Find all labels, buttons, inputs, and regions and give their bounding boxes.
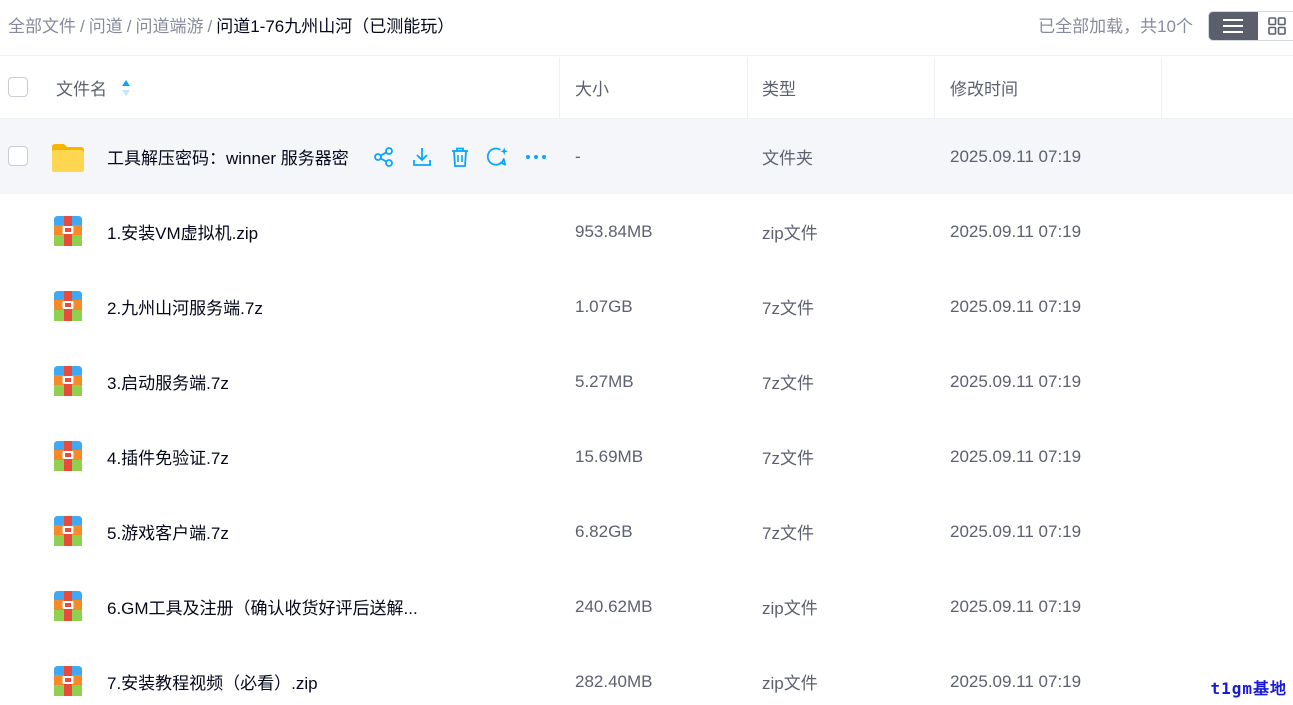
file-size: 282.40MB xyxy=(575,671,653,691)
archive-icon xyxy=(54,366,82,396)
file-name[interactable]: 4.插件免验证.7z xyxy=(107,419,229,494)
column-header-name[interactable]: 文件名 xyxy=(56,57,131,118)
file-name[interactable]: 7.安装教程视频（必看）.zip xyxy=(107,644,318,705)
column-divider[interactable] xyxy=(934,57,935,118)
breadcrumb-separator: / xyxy=(207,17,213,36)
list-view-button[interactable] xyxy=(1209,12,1258,40)
watermark: t1gm基地 xyxy=(1210,679,1287,698)
file-modified-time: 2025.09.11 07:19 xyxy=(950,296,1082,316)
file-size: 6.82GB xyxy=(575,521,633,541)
list-view-icon xyxy=(1223,19,1244,33)
column-divider[interactable] xyxy=(747,57,748,118)
breadcrumb-item-all-files[interactable]: 全部文件 xyxy=(8,17,76,36)
breadcrumb-current-folder: 问道1-76九州山河（已测能玩） xyxy=(216,17,455,36)
file-size: 240.62MB xyxy=(575,596,653,616)
column-divider[interactable] xyxy=(1161,57,1162,118)
file-type: zip文件 xyxy=(762,224,818,243)
archive-icon xyxy=(54,666,82,696)
row-checkbox[interactable] xyxy=(8,146,28,166)
top-bar: 全部文件 / 问道 / 问道端游 / 问道1-76九州山河（已测能玩） 已全部加载，共10个 xyxy=(0,0,1293,56)
file-modified-time: 2025.09.11 07:19 xyxy=(950,596,1082,616)
breadcrumb-separator: / xyxy=(126,17,132,36)
share-icon xyxy=(373,146,393,167)
file-name[interactable]: 工具解压密码：winner 服务器密 xyxy=(107,119,349,194)
column-header-modified[interactable]: 修改时间 xyxy=(950,57,1018,118)
more-icon xyxy=(525,154,546,159)
load-status-text: 已全部加载，共10个 xyxy=(1038,17,1193,36)
file-type: 文件夹 xyxy=(762,149,813,168)
archive-icon xyxy=(54,591,82,621)
file-modified-time: 2025.09.11 07:19 xyxy=(950,371,1082,391)
breadcrumb-separator: / xyxy=(80,17,85,36)
breadcrumb-item-wendao-pc[interactable]: 问道端游 xyxy=(135,17,203,36)
file-name[interactable]: 5.游戏客户端.7z xyxy=(107,494,229,569)
file-size: 15.69MB xyxy=(575,446,644,466)
file-size: 953.84MB xyxy=(575,221,653,241)
archive-icon xyxy=(54,291,82,321)
sort-icon[interactable] xyxy=(121,79,131,97)
breadcrumb-item-wendao[interactable]: 问道 xyxy=(89,17,123,36)
file-type: zip文件 xyxy=(762,674,818,693)
ai-chat-button[interactable] xyxy=(486,145,509,168)
file-name[interactable]: 2.九州山河服务端.7z xyxy=(107,269,263,344)
file-type: 7z文件 xyxy=(762,524,814,543)
file-modified-time: 2025.09.11 07:19 xyxy=(950,221,1082,241)
file-row[interactable]: 7.安装教程视频（必看）.zip 282.40MB zip文件 2025.09.… xyxy=(0,644,1293,705)
more-button[interactable] xyxy=(524,145,547,168)
grid-view-icon xyxy=(1268,17,1287,35)
grid-view-button[interactable] xyxy=(1257,12,1293,40)
file-name[interactable]: 3.启动服务端.7z xyxy=(107,344,229,419)
file-modified-time: 2025.09.11 07:19 xyxy=(950,446,1082,466)
file-row[interactable]: 2.九州山河服务端.7z 1.07GB 7z文件 2025.09.11 07:1… xyxy=(0,269,1293,344)
download-icon xyxy=(412,147,431,166)
ai-chat-icon xyxy=(486,146,509,166)
file-name[interactable]: 6.GM工具及注册（确认收货好评后送解... xyxy=(107,569,418,644)
file-type: 7z文件 xyxy=(762,374,814,393)
file-modified-time: 2025.09.11 07:19 xyxy=(950,671,1082,691)
delete-button[interactable] xyxy=(448,145,471,168)
file-row[interactable]: 3.启动服务端.7z 5.27MB 7z文件 2025.09.11 07:19 xyxy=(0,344,1293,419)
folder-icon xyxy=(52,144,84,172)
file-type: 7z文件 xyxy=(762,299,814,318)
file-size: 1.07GB xyxy=(575,296,633,316)
file-row[interactable]: 5.游戏客户端.7z 6.82GB 7z文件 2025.09.11 07:19 xyxy=(0,494,1293,569)
archive-icon xyxy=(54,516,82,546)
delete-icon xyxy=(451,147,468,167)
file-name[interactable]: 1.安装VM虚拟机.zip xyxy=(107,194,258,269)
download-button[interactable] xyxy=(410,145,433,168)
share-button[interactable] xyxy=(372,145,395,168)
file-size: 5.27MB xyxy=(575,371,634,391)
file-row-folder[interactable]: 工具解压密码：winner 服务器密 - 文件夹 2025.09.11 07:1… xyxy=(0,119,1293,194)
file-row[interactable]: 4.插件免验证.7z 15.69MB 7z文件 2025.09.11 07:19 xyxy=(0,419,1293,494)
file-modified-time: 2025.09.11 07:19 xyxy=(950,146,1082,166)
column-divider[interactable] xyxy=(559,57,560,118)
view-toggle xyxy=(1208,11,1293,41)
archive-icon xyxy=(54,441,82,471)
archive-icon xyxy=(54,216,82,246)
file-row[interactable]: 1.安装VM虚拟机.zip 953.84MB zip文件 2025.09.11 … xyxy=(0,194,1293,269)
file-row[interactable]: 6.GM工具及注册（确认收货好评后送解... 240.62MB zip文件 20… xyxy=(0,569,1293,644)
column-header-size[interactable]: 大小 xyxy=(575,57,609,118)
row-actions xyxy=(372,119,547,194)
select-all-checkbox[interactable] xyxy=(8,77,28,97)
column-header-type[interactable]: 类型 xyxy=(762,57,796,118)
file-modified-time: 2025.09.11 07:19 xyxy=(950,521,1082,541)
file-table-header: 文件名 大小 类型 修改时间 xyxy=(0,57,1293,119)
file-type: 7z文件 xyxy=(762,449,814,468)
file-type: zip文件 xyxy=(762,599,818,618)
file-size: - xyxy=(575,146,581,166)
breadcrumb: 全部文件 / 问道 / 问道端游 / 问道1-76九州山河（已测能玩） xyxy=(8,15,454,39)
column-name-label: 文件名 xyxy=(56,80,107,99)
